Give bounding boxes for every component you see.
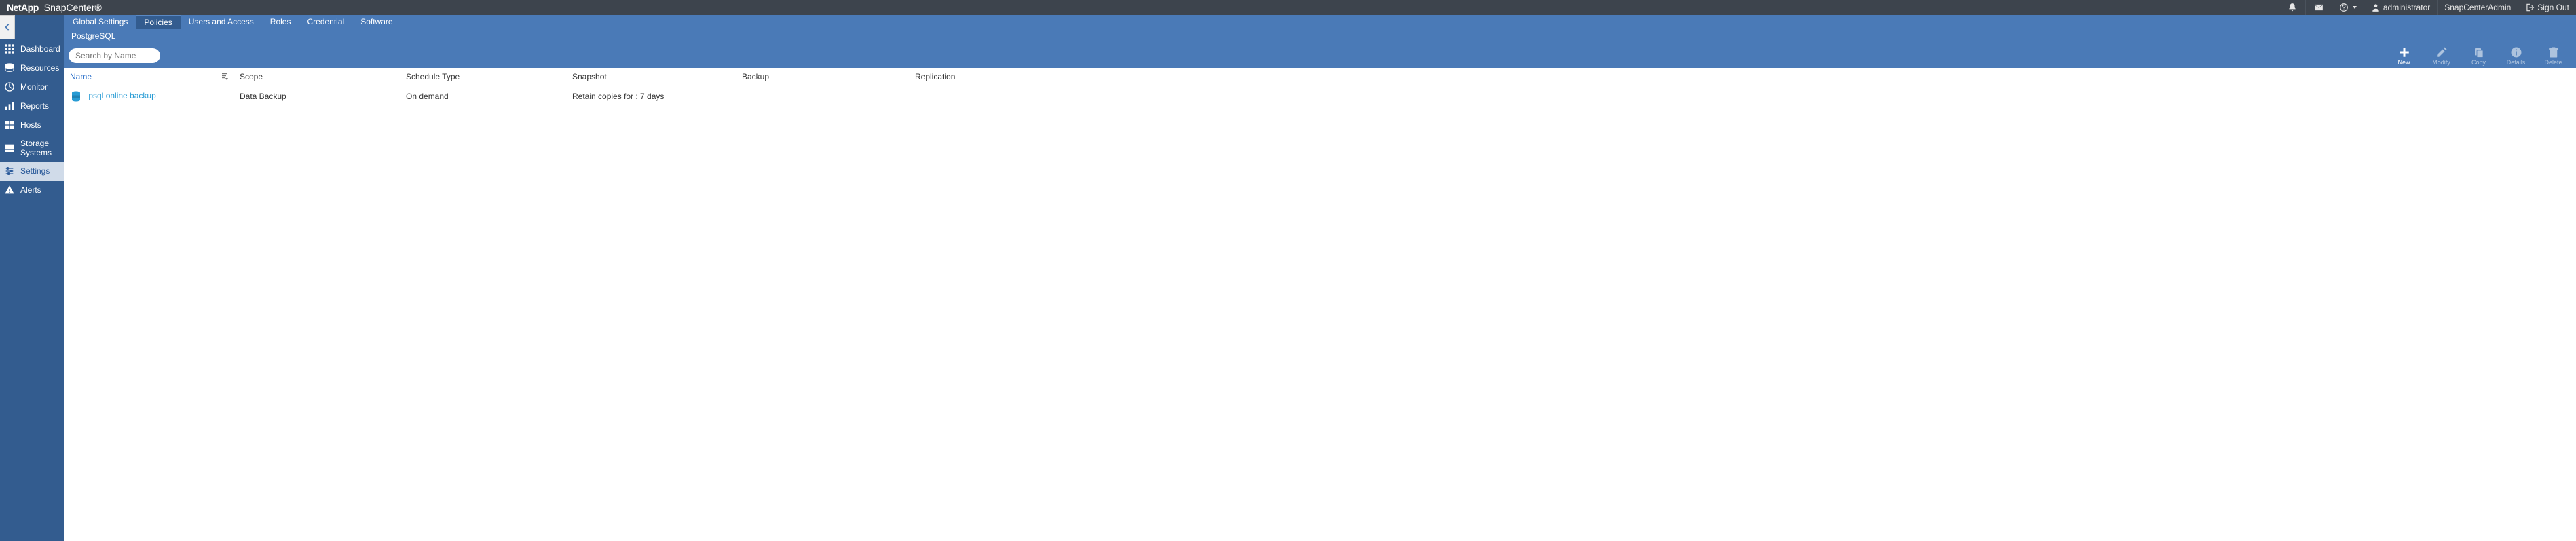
new-button[interactable]: New xyxy=(2385,45,2423,67)
signout-button[interactable]: Sign Out xyxy=(2518,0,2576,15)
search-box[interactable] xyxy=(69,48,160,63)
cell-snapshot: Retain copies for : 7 days xyxy=(567,86,736,107)
table-header-row: Name Scope Schedule Type Snapshot Backup… xyxy=(64,68,2576,86)
column-scope[interactable]: Scope xyxy=(234,68,400,86)
reports-icon xyxy=(4,100,15,111)
hosts-icon xyxy=(4,119,15,130)
notifications-button[interactable] xyxy=(2279,0,2305,15)
sidebar-item-label: Monitor xyxy=(20,82,48,92)
alerts-icon xyxy=(4,185,15,195)
user-icon xyxy=(2371,3,2381,12)
column-schedule[interactable]: Schedule Type xyxy=(400,68,567,86)
toolbar-actions: New Modify Copy Details Delete xyxy=(2385,45,2572,67)
resources-icon xyxy=(4,62,15,73)
sidebar-item-label: Reports xyxy=(20,101,49,111)
signout-icon xyxy=(2525,3,2535,12)
sidebar-item-label: Settings xyxy=(20,166,50,176)
search-input[interactable] xyxy=(75,51,153,60)
details-button[interactable]: Details xyxy=(2497,45,2535,67)
sidebar-item-label: Resources xyxy=(20,63,59,73)
sidebar-item-label: Alerts xyxy=(20,185,41,195)
column-snapshot[interactable]: Snapshot xyxy=(567,68,736,86)
sidebar-item-resources[interactable]: Resources xyxy=(0,58,64,77)
sidebar-item-dashboard[interactable]: Dashboard xyxy=(0,39,64,58)
tab-software[interactable]: Software xyxy=(352,15,400,29)
info-icon xyxy=(2510,46,2522,58)
tab-roles[interactable]: Roles xyxy=(262,15,299,29)
settings-tabs: Global Settings Policies Users and Acces… xyxy=(64,15,2576,29)
cell-name[interactable]: psql online backup xyxy=(64,86,234,107)
help-button[interactable] xyxy=(2332,0,2364,15)
table-row[interactable]: psql online backup Data Backup On demand… xyxy=(64,86,2576,107)
plus-icon xyxy=(2398,46,2410,58)
sidebar-item-hosts[interactable]: Hosts xyxy=(0,115,64,134)
user-role-label: administrator xyxy=(2383,3,2430,12)
monitor-icon xyxy=(4,81,15,92)
sidebar-collapse-toggle[interactable] xyxy=(0,15,15,39)
policies-table: Name Scope Schedule Type Snapshot Backup… xyxy=(64,68,2576,107)
sidebar-item-label: Dashboard xyxy=(20,44,60,54)
delete-button[interactable]: Delete xyxy=(2535,45,2572,67)
sidebar: Dashboard Resources Monitor Reports Host… xyxy=(0,15,64,541)
user-menu[interactable]: administrator xyxy=(2364,0,2437,15)
pencil-icon xyxy=(2435,46,2448,58)
modify-button[interactable]: Modify xyxy=(2423,45,2460,67)
toolbar: New Modify Copy Details Delete xyxy=(64,43,2576,68)
cell-backup xyxy=(736,86,910,107)
database-icon xyxy=(70,90,82,102)
policy-type-subheader: PostgreSQL xyxy=(64,29,2576,43)
storage-icon xyxy=(4,143,15,153)
sidebar-item-label: Hosts xyxy=(20,120,41,130)
tenant-label[interactable]: SnapCenterAdmin xyxy=(2437,0,2518,15)
chevron-down-icon xyxy=(2353,6,2357,9)
tab-global-settings[interactable]: Global Settings xyxy=(64,15,136,29)
mail-icon xyxy=(2314,3,2323,12)
sidebar-item-alerts[interactable]: Alerts xyxy=(0,181,64,200)
sidebar-item-reports[interactable]: Reports xyxy=(0,96,64,115)
trash-icon xyxy=(2547,46,2560,58)
brand-company: NetApp xyxy=(7,2,39,13)
sidebar-item-label: Storage Systems xyxy=(20,138,60,157)
dashboard-icon xyxy=(4,43,15,54)
bell-icon xyxy=(2288,3,2297,12)
brand-logo: NetApp SnapCenter® xyxy=(4,2,102,13)
brand-product: SnapCenter® xyxy=(44,2,102,13)
column-replication[interactable]: Replication xyxy=(910,68,2576,86)
tab-users-access[interactable]: Users and Access xyxy=(181,15,262,29)
tab-policies[interactable]: Policies xyxy=(136,15,180,29)
tab-credential[interactable]: Credential xyxy=(299,15,352,29)
copy-icon xyxy=(2473,46,2485,58)
column-backup[interactable]: Backup xyxy=(736,68,910,86)
cell-replication xyxy=(910,86,2576,107)
topbar-right: administrator SnapCenterAdmin Sign Out xyxy=(2279,0,2576,15)
topbar: NetApp SnapCenter® administrator S xyxy=(0,0,2576,15)
main-content: Global Settings Policies Users and Acces… xyxy=(64,15,2576,541)
settings-icon xyxy=(4,166,15,176)
copy-button[interactable]: Copy xyxy=(2460,45,2497,67)
sidebar-item-storage[interactable]: Storage Systems xyxy=(0,134,64,162)
cell-schedule: On demand xyxy=(400,86,567,107)
sidebar-item-settings[interactable]: Settings xyxy=(0,162,64,181)
sort-indicator-icon xyxy=(221,73,229,81)
column-name[interactable]: Name xyxy=(64,68,234,86)
help-icon xyxy=(2339,3,2349,12)
sidebar-item-monitor[interactable]: Monitor xyxy=(0,77,64,96)
messages-button[interactable] xyxy=(2305,0,2332,15)
cell-scope: Data Backup xyxy=(234,86,400,107)
